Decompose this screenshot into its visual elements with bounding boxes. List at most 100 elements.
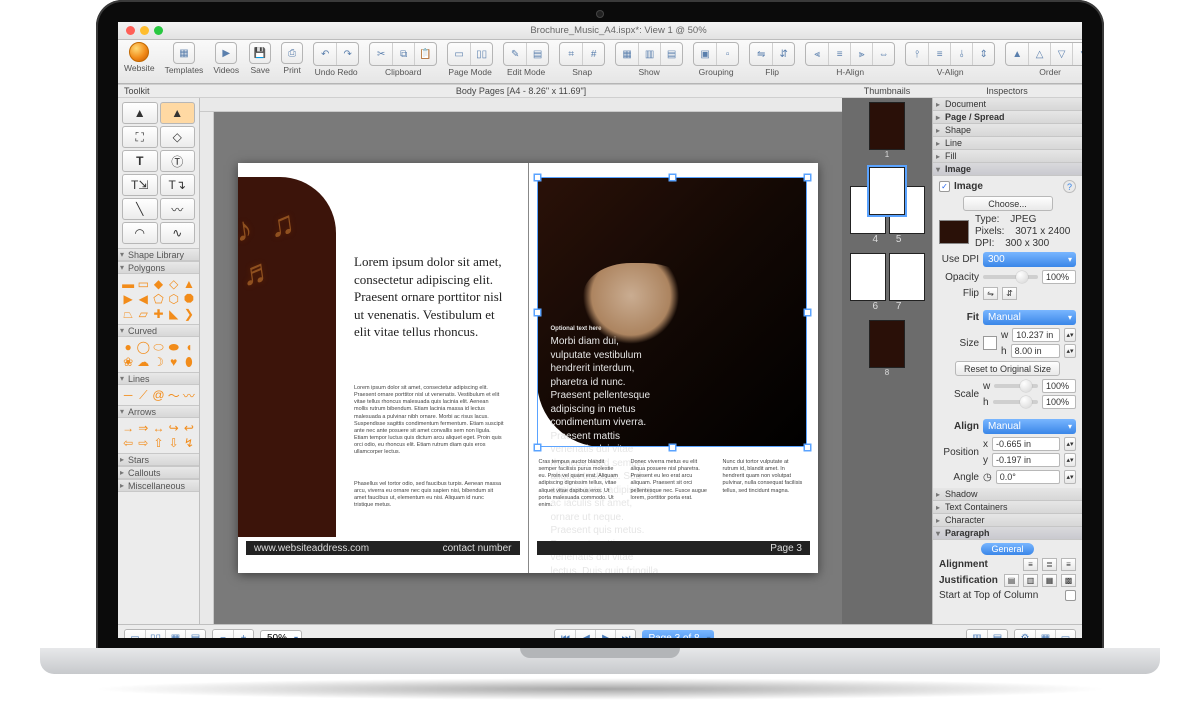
shape-spiral[interactable]: @ xyxy=(151,388,165,402)
shape-zig[interactable]: 〰 xyxy=(182,388,196,402)
shape-pent[interactable]: ⬠ xyxy=(151,292,165,306)
size-w-field[interactable]: 10.237 in xyxy=(1012,328,1060,342)
shape-line1[interactable]: ─ xyxy=(121,388,135,402)
arrows-header[interactable]: Arrows xyxy=(118,405,199,418)
shape-pill[interactable]: ⬬ xyxy=(167,340,181,354)
select-tool[interactable]: ▲ xyxy=(122,102,158,124)
shape-chev[interactable]: ❯ xyxy=(182,307,196,321)
callouts-header[interactable]: Callouts xyxy=(118,466,199,479)
shape-tri2[interactable]: ▶ xyxy=(121,292,135,306)
scale-h-field[interactable]: 100% xyxy=(1042,395,1076,409)
fliph-button[interactable]: ⇋ xyxy=(750,43,772,65)
shape-arr10[interactable]: ↯ xyxy=(182,436,196,450)
shape-hex[interactable]: ⬡ xyxy=(167,292,181,306)
shape-cloud[interactable]: ☁ xyxy=(136,355,150,369)
page-select[interactable]: Page 3 of 8 xyxy=(642,630,713,639)
align-left-button[interactable]: ≡ xyxy=(1023,558,1038,571)
fliph-button[interactable]: ⇋ xyxy=(983,287,998,300)
node-tool[interactable]: ◇ xyxy=(160,126,196,148)
polygons-header[interactable]: Polygons xyxy=(118,261,199,274)
stars-header[interactable]: Stars xyxy=(118,453,199,466)
lines-header[interactable]: Lines xyxy=(118,372,199,385)
right-footer[interactable]: Page 3 xyxy=(537,541,811,555)
linktext-tool[interactable]: T↴ xyxy=(160,174,196,196)
flipv-button[interactable]: ⇵ xyxy=(772,43,794,65)
handle-tr[interactable] xyxy=(804,174,811,181)
save-button[interactable]: 💾 xyxy=(249,42,271,64)
insp-character[interactable]: Character xyxy=(933,514,1082,527)
panel5-button[interactable]: ▭ xyxy=(1055,630,1075,639)
paste-button[interactable]: 📋 xyxy=(414,43,436,65)
view4-button[interactable]: ▤ xyxy=(185,630,205,639)
arc-tool[interactable]: ◠ xyxy=(122,222,158,244)
body2-text[interactable]: Phasellus vel tortor odio, sed faucibus … xyxy=(354,481,504,510)
pos-x-stepper[interactable]: ▴▾ xyxy=(1064,437,1076,451)
thumb-7[interactable] xyxy=(889,253,925,301)
scale-w-slider[interactable] xyxy=(994,384,1038,388)
shape-arr7[interactable]: ⇨ xyxy=(136,436,150,450)
align-right-button[interactable]: ≡ xyxy=(1061,558,1076,571)
image-checkbox[interactable]: ✓ xyxy=(939,181,950,192)
prevpage-button[interactable]: ◀ xyxy=(575,630,595,639)
shape-ring[interactable]: ◯ xyxy=(136,340,150,354)
lastpage-button[interactable]: ⏭ xyxy=(615,630,635,639)
shape-tri3[interactable]: ◀ xyxy=(136,292,150,306)
startcol-checkbox[interactable] xyxy=(1065,590,1076,601)
halign4-button[interactable]: ⇔ xyxy=(872,43,894,65)
shape-arr4[interactable]: ↪ xyxy=(167,421,181,435)
opacity-slider[interactable] xyxy=(983,275,1038,279)
lock-aspect-icon[interactable] xyxy=(983,336,997,350)
vruler[interactable] xyxy=(200,112,214,624)
copy-button[interactable]: ⧉ xyxy=(392,43,414,65)
pos-x-field[interactable]: -0.665 in xyxy=(992,437,1060,451)
left-footer[interactable]: www.websiteaddress.com contact number xyxy=(246,541,520,555)
handle-tc[interactable] xyxy=(669,174,676,181)
shape-arr2[interactable]: ⇒ xyxy=(136,421,150,435)
pagemode1-button[interactable]: ▭ xyxy=(448,43,470,65)
just-full-button[interactable]: ▩ xyxy=(1061,574,1076,587)
handle-tl[interactable] xyxy=(534,174,541,181)
angle-field[interactable]: 0.0° xyxy=(996,470,1060,484)
undo-button[interactable]: ↶ xyxy=(314,43,336,65)
shape-trap[interactable]: ⏢ xyxy=(121,307,135,321)
usedpi-select[interactable]: 300 xyxy=(983,252,1076,267)
col-a[interactable]: Cras tempus auctor blandit semper facili… xyxy=(539,459,621,509)
transform-tool[interactable]: ⛶ xyxy=(122,126,158,148)
align-center-button[interactable]: ≣ xyxy=(1042,558,1057,571)
valign4-button[interactable]: ⇕ xyxy=(972,43,994,65)
size-h-field[interactable]: 8.00 in xyxy=(1011,344,1060,358)
general-tab[interactable]: General xyxy=(981,543,1033,555)
thumb-8[interactable] xyxy=(869,320,905,368)
just-left-button[interactable]: ▤ xyxy=(1004,574,1019,587)
text-tool[interactable]: T xyxy=(122,150,158,172)
freehand-tool[interactable]: ∿ xyxy=(160,222,196,244)
insp-paragraph[interactable]: Paragraph xyxy=(933,527,1082,540)
halign2-button[interactable]: ≡ xyxy=(828,43,850,65)
scale-w-field[interactable]: 100% xyxy=(1042,379,1076,393)
fit-select[interactable]: Manual xyxy=(983,310,1076,325)
snap2-button[interactable]: # xyxy=(582,43,604,65)
pos-y-field[interactable]: -0.197 in xyxy=(992,453,1060,467)
shape-moon[interactable]: ☽ xyxy=(151,355,165,369)
shapelib-header[interactable]: Shape Library xyxy=(118,248,199,261)
shape-arr6[interactable]: ⇦ xyxy=(121,436,135,450)
zoom-window-button[interactable] xyxy=(154,26,163,35)
order2-button[interactable]: △ xyxy=(1028,43,1050,65)
show3-button[interactable]: ▤ xyxy=(660,43,682,65)
reset-size-button[interactable]: Reset to Original Size xyxy=(955,361,1060,376)
handle-bc[interactable] xyxy=(669,444,676,451)
nextpage-button[interactable]: ▶ xyxy=(595,630,615,639)
shape-arr9[interactable]: ⇩ xyxy=(167,436,181,450)
group-button[interactable]: ▣ xyxy=(694,43,716,65)
page-spread[interactable]: Lorem ipsum dolor sit amet, consectetur … xyxy=(238,163,818,573)
shape-square[interactable]: ◆ xyxy=(151,277,165,291)
insp-line[interactable]: Line xyxy=(933,137,1082,150)
ungroup-button[interactable]: ▫ xyxy=(716,43,738,65)
panel4-button[interactable]: ▦ xyxy=(1035,630,1055,639)
angle-dial-icon[interactable]: ◷ xyxy=(983,472,992,483)
firstpage-button[interactable]: ⏮ xyxy=(555,630,575,639)
editmode1-button[interactable]: ✎ xyxy=(504,43,526,65)
thumb-1[interactable] xyxy=(869,102,905,150)
valign1-button[interactable]: ⫯ xyxy=(906,43,928,65)
valign3-button[interactable]: ⫰ xyxy=(950,43,972,65)
